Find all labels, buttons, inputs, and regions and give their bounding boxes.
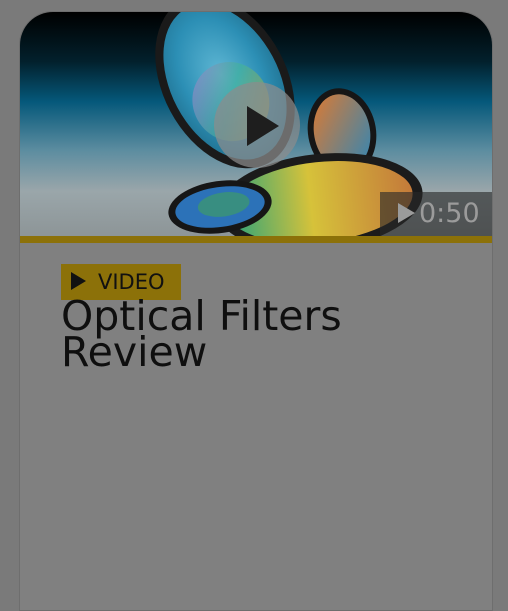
video-badge-label: VIDEO <box>98 270 165 294</box>
play-icon <box>71 272 86 290</box>
play-icon <box>398 202 415 223</box>
video-title[interactable]: Optical Filters Review <box>61 298 481 368</box>
video-badge: VIDEO <box>61 264 181 300</box>
play-icon <box>247 106 279 146</box>
video-thumbnail[interactable]: 0:50 <box>20 12 492 236</box>
duration-text: 0:50 <box>419 198 480 229</box>
video-card[interactable]: 0:50 VIDEO Optical Filters Review <box>19 11 493 611</box>
duration-badge: 0:50 <box>380 192 492 236</box>
accent-bar <box>20 236 492 243</box>
play-button[interactable] <box>214 82 300 168</box>
